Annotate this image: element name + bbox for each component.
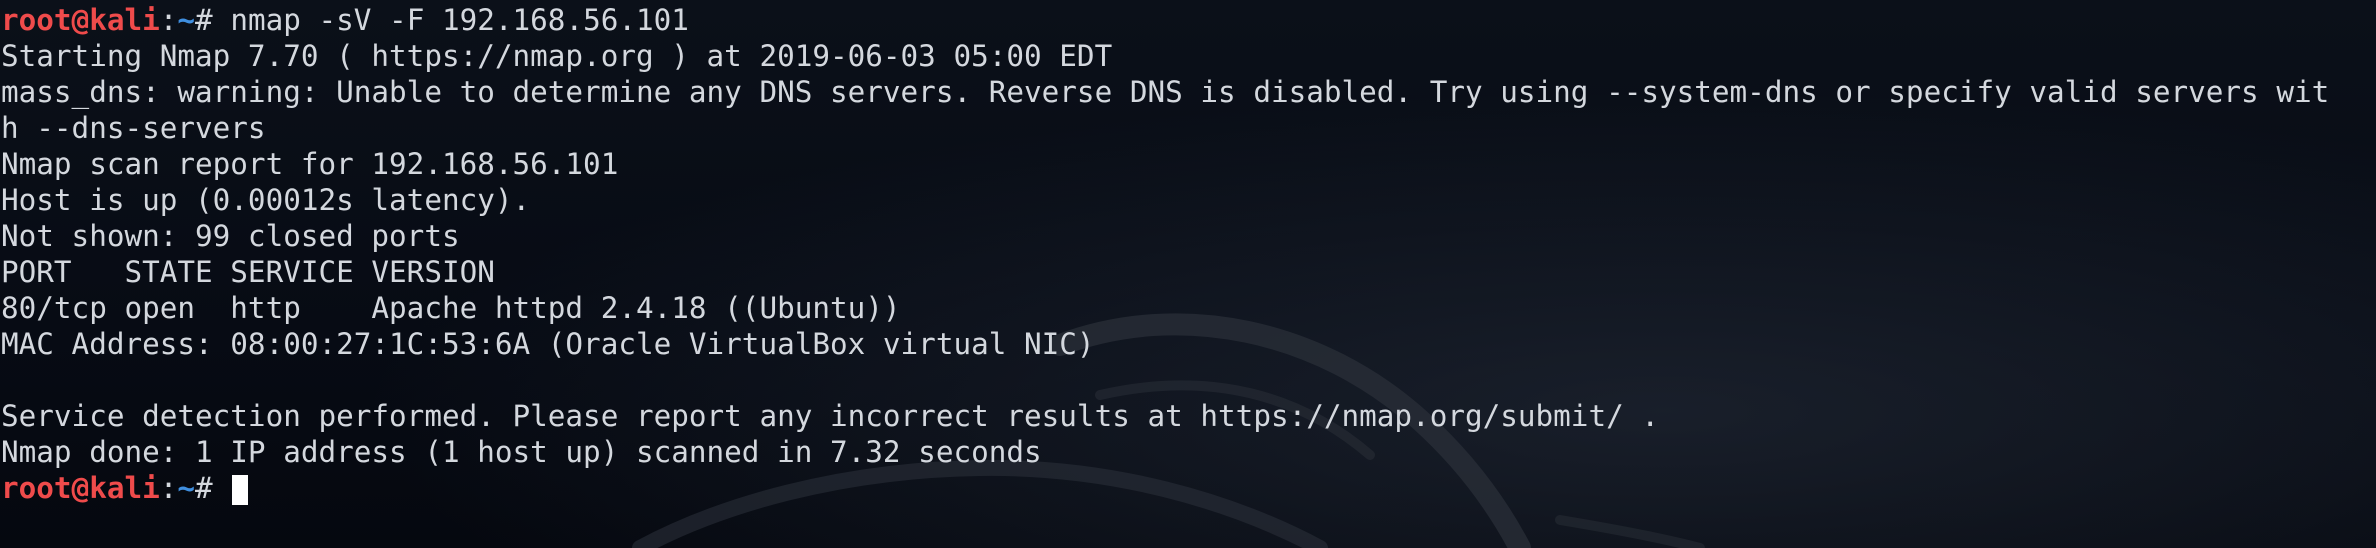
prompt-path: ~ (177, 471, 196, 505)
prompt-symbol: # (195, 471, 231, 505)
output-line: Starting Nmap 7.70 ( https://nmap.org ) … (1, 39, 1113, 73)
prompt-path: ~ (177, 3, 196, 37)
command-line: root@kali:~# nmap -sV -F 192.168.56.101 (1, 2, 2373, 38)
output-line: MAC Address: 08:00:27:1C:53:6A (Oracle V… (1, 327, 1095, 361)
terminal-output: root@kali:~# nmap -sV -F 192.168.56.101 … (1, 2, 2373, 506)
output-line: h --dns-servers (1, 111, 266, 145)
block-cursor[interactable] (232, 475, 249, 505)
output-line: Not shown: 99 closed ports (1, 219, 460, 253)
output-line: Nmap scan report for 192.168.56.101 (1, 147, 619, 181)
prompt-user-host: root@kali (1, 471, 160, 505)
prompt-separator: : (159, 471, 178, 505)
prompt-user-host: root@kali (1, 3, 160, 37)
active-prompt-line[interactable]: root@kali:~# (1, 470, 2373, 506)
prompt-symbol: # (195, 3, 231, 37)
output-line: Host is up (0.00012s latency). (1, 183, 531, 217)
output-line: Nmap done: 1 IP address (1 host up) scan… (1, 435, 1042, 469)
output-line: Service detection performed. Please repo… (1, 399, 1659, 433)
output-line: PORT STATE SERVICE VERSION (1, 255, 495, 289)
prompt-separator: : (159, 3, 178, 37)
output-line: 80/tcp open http Apache httpd 2.4.18 ((U… (1, 291, 901, 325)
output-line: mass_dns: warning: Unable to determine a… (1, 75, 2330, 109)
terminal-window[interactable]: root@kali:~# nmap -sV -F 192.168.56.101 … (0, 0, 2376, 548)
command-text: nmap -sV -F 192.168.56.101 (230, 3, 689, 37)
